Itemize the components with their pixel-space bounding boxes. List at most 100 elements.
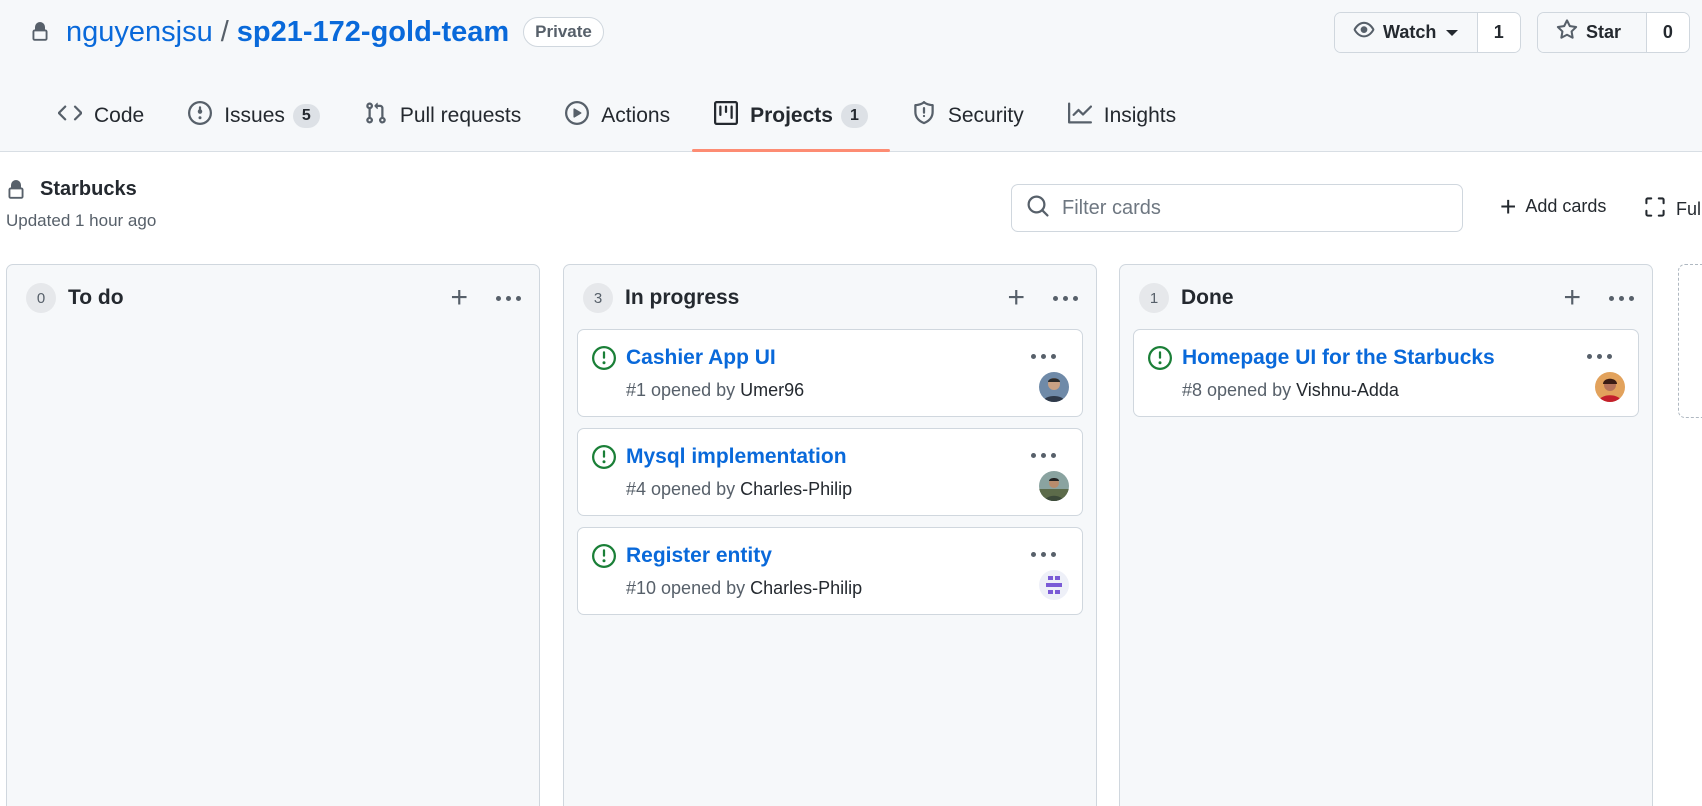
project-header: Starbucks Updated 1 hour ago [6,178,156,231]
issue-number: #1 opened by [626,380,741,400]
add-cards-label: Add cards [1525,196,1607,216]
star-button-group: Star 0 [1537,12,1690,53]
issue-icon [188,101,224,131]
issue-title-link[interactable]: Register entity [626,544,772,568]
column-in-progress: 3 In progress + Cashier App UI #1 opened… [563,264,1097,806]
chevron-down-icon [1446,29,1459,36]
code-icon [57,101,94,131]
issue-title-link[interactable]: Homepage UI for the Starbucks [1182,346,1495,370]
play-icon [565,101,601,131]
card-menu-icon[interactable] [1583,350,1616,363]
filter-cards-input[interactable] [1062,196,1442,220]
repo-header: nguyensjsu / sp21-172-gold-team Private … [0,0,1702,152]
tab-label: Projects [750,104,833,127]
tab-pull-requests[interactable]: Pull requests [342,94,543,138]
avatar[interactable] [1595,372,1625,402]
issue-author[interactable]: Charles-Philip [750,578,862,598]
repo-tabs: Code Issues 5 Pull requests Actions Proj… [36,94,1198,152]
tab-projects[interactable]: Projects 1 [692,94,890,152]
column-header: 1 Done + [1139,283,1638,313]
column-done: 1 Done + Homepage UI for the Starbucks #… [1119,264,1653,806]
tab-label: Issues [224,104,285,127]
column-menu-icon[interactable] [492,292,525,305]
issue-card[interactable]: Homepage UI for the Starbucks #8 opened … [1133,329,1639,417]
avatar[interactable] [1039,471,1069,501]
column-header: 3 In progress + [583,283,1082,313]
card-menu-icon[interactable] [1027,350,1060,363]
card-menu-icon[interactable] [1027,449,1060,462]
eye-icon [1353,19,1383,46]
add-card-icon[interactable]: + [1007,283,1025,313]
add-column-placeholder[interactable] [1678,264,1702,418]
watch-button[interactable]: Watch [1335,13,1477,52]
repo-owner-link[interactable]: nguyensjsu [66,16,213,49]
visibility-badge: Private [523,17,604,47]
column-title: Done [1181,286,1234,309]
issue-card[interactable]: Cashier App UI #1 opened by Umer96 [577,329,1083,417]
fullscreen-label: Full [1676,199,1702,219]
repo-title: nguyensjsu / sp21-172-gold-team Private [30,14,604,50]
pull-request-icon [364,101,400,131]
add-cards-button[interactable]: + Add cards [1500,190,1607,222]
issue-author[interactable]: Vishnu-Adda [1296,380,1399,400]
issue-card[interactable]: Mysql implementation #4 opened by Charle… [577,428,1083,516]
column-count: 0 [26,283,56,313]
search-icon [1026,194,1050,223]
watch-count[interactable]: 1 [1476,13,1520,52]
repo-separator: / [220,15,229,48]
project-updated: Updated 1 hour ago [6,211,157,230]
fullscreen-icon [1644,196,1676,223]
tab-issues[interactable]: Issues 5 [166,94,342,138]
plus-icon: + [1500,190,1517,222]
tab-code[interactable]: Code [36,94,166,138]
repo-name-link[interactable]: sp21-172-gold-team [237,16,509,49]
lock-icon [6,179,26,201]
tab-label: Pull requests [399,104,522,127]
shield-icon [912,101,948,131]
add-card-icon[interactable]: + [450,283,468,313]
column-count: 1 [1139,283,1169,313]
issue-author[interactable]: Charles-Philip [740,479,852,499]
issue-meta: #10 opened by Charles-Philip [626,578,862,599]
projects-counter: 1 [840,104,868,128]
column-title: To do [68,286,124,309]
issue-meta: #1 opened by Umer96 [626,380,804,401]
avatar[interactable] [1039,372,1069,402]
issue-author[interactable]: Umer96 [740,380,804,400]
column-menu-icon[interactable] [1605,292,1638,305]
issue-card[interactable]: Register entity #10 opened by Charles-Ph… [577,527,1083,615]
tab-actions[interactable]: Actions [543,94,692,138]
tab-label: Code [94,104,145,127]
lock-icon [30,20,52,44]
issue-meta: #8 opened by Vishnu-Adda [1182,380,1399,401]
column-menu-icon[interactable] [1049,292,1082,305]
card-menu-icon[interactable] [1027,548,1060,561]
issues-counter: 5 [292,104,320,128]
issue-number: #10 opened by [626,578,751,598]
tab-insights[interactable]: Insights [1046,94,1198,138]
star-label: Star [1586,22,1622,42]
column-to-do: 0 To do + [6,264,540,806]
open-issue-icon [592,346,616,375]
issue-number: #8 opened by [1182,380,1297,400]
issue-title-link[interactable]: Mysql implementation [626,445,847,469]
tab-label: Actions [601,104,671,127]
project-title: Starbucks [6,178,156,201]
fullscreen-button[interactable]: Full [1644,196,1702,223]
open-issue-icon [592,445,616,474]
star-button[interactable]: Star [1538,13,1646,52]
tab-label: Security [947,104,1024,127]
add-card-icon[interactable]: + [1563,283,1581,313]
watch-label: Watch [1383,22,1437,42]
open-issue-icon [592,544,616,573]
issue-number: #4 opened by [626,479,741,499]
issue-meta: #4 opened by Charles-Philip [626,479,852,500]
graph-icon [1067,101,1104,131]
avatar[interactable] [1039,570,1069,600]
tab-label: Insights [1103,104,1177,127]
filter-cards-field [1011,184,1463,232]
tab-security[interactable]: Security [890,94,1046,138]
star-count[interactable]: 0 [1645,13,1689,52]
column-header: 0 To do + [26,283,525,313]
issue-title-link[interactable]: Cashier App UI [626,346,776,370]
